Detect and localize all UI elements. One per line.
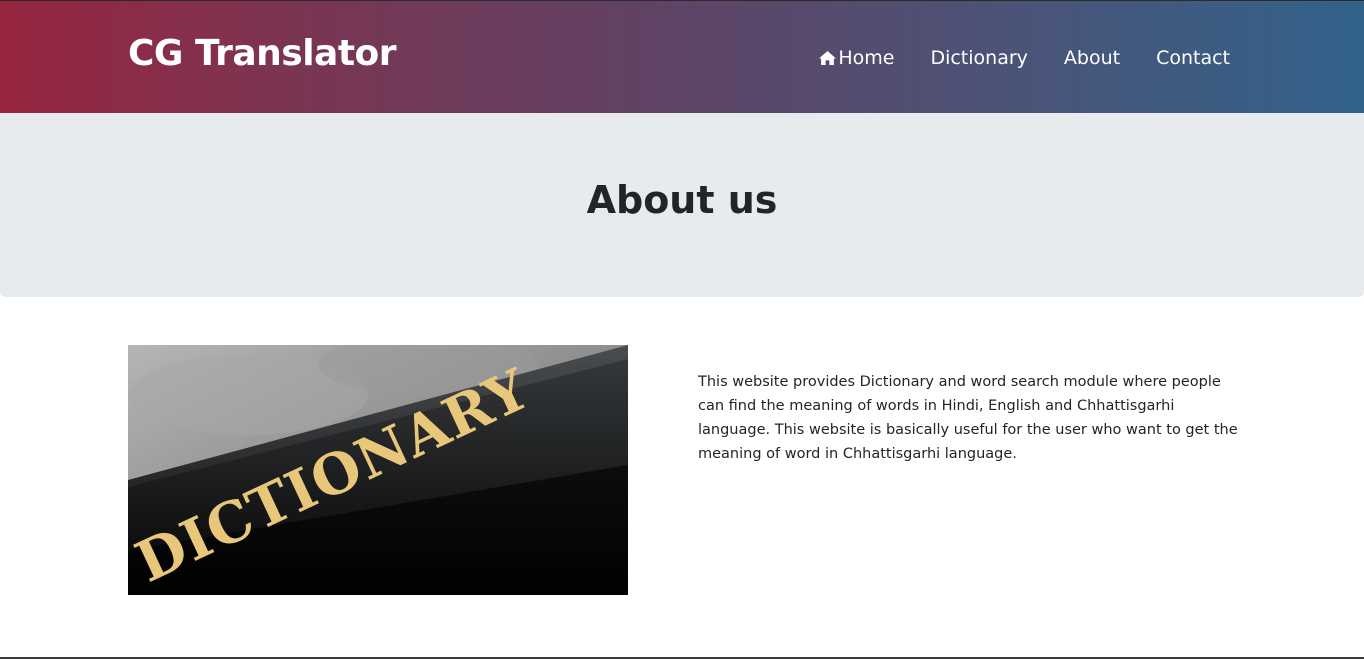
nav-about[interactable]: About [1064, 47, 1120, 69]
nav-dictionary[interactable]: Dictionary [930, 47, 1027, 69]
nav-home-label: Home [838, 47, 895, 69]
main-nav: Home Dictionary About Contact [818, 47, 1230, 69]
dictionary-image: DICTIONARY [128, 345, 628, 595]
nav-dictionary-label: Dictionary [930, 47, 1028, 69]
home-icon [819, 50, 837, 66]
page-title: About us [586, 178, 778, 222]
about-description: This website provides Dictionary and wor… [698, 374, 1238, 462]
nav-about-label: About [1063, 47, 1121, 69]
navbar: CG Translator Home Dictionary About Cont… [0, 0, 1364, 113]
brand-logo[interactable]: CG Translator [128, 33, 397, 74]
nav-home[interactable]: Home [818, 47, 894, 69]
nav-contact-label: Contact [1156, 47, 1230, 69]
nav-contact[interactable]: Contact [1156, 47, 1230, 69]
